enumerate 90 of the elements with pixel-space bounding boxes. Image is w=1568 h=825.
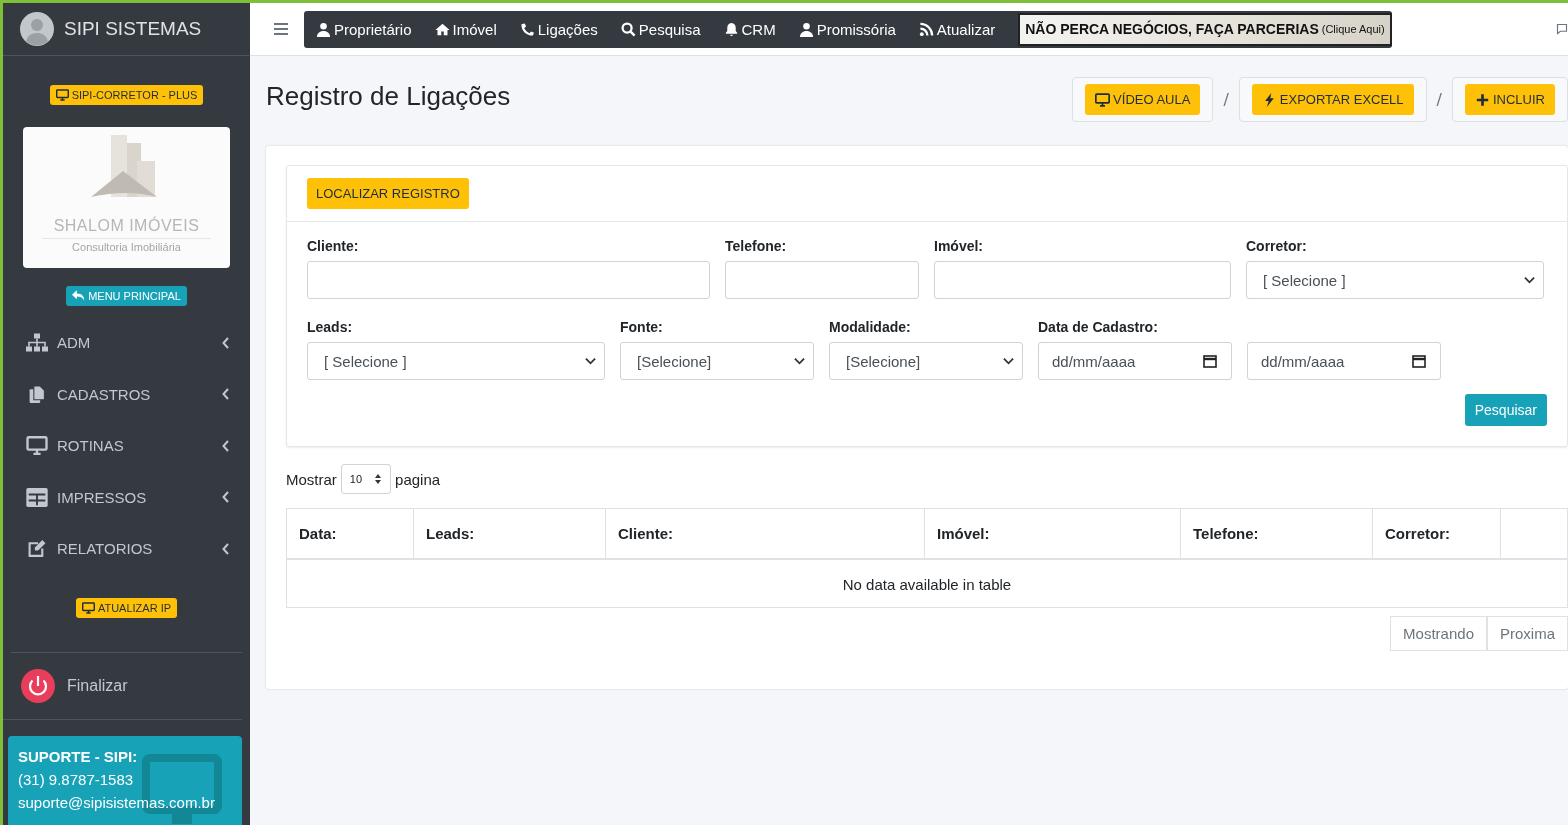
text-input-field[interactable] bbox=[307, 261, 710, 299]
support-title: SUPORTE - SIPI: bbox=[18, 747, 139, 765]
plan-badge-button[interactable]: SIPI-CORRETOR - PLUS bbox=[49, 85, 204, 105]
monitor-icon bbox=[81, 601, 95, 614]
field-label: Fonte: bbox=[620, 319, 664, 335]
calendar-icon bbox=[1412, 354, 1426, 368]
chevron-down-icon bbox=[1003, 357, 1014, 365]
nav-link[interactable]: Imóvel bbox=[434, 20, 508, 38]
page-title: Registro de Ligações bbox=[266, 80, 511, 112]
column-header[interactable]: Corretor: bbox=[1373, 509, 1501, 558]
column-header[interactable]: Leads: bbox=[414, 509, 606, 558]
column-header[interactable]: Cliente: bbox=[606, 509, 925, 558]
sidebar-menu-item[interactable]: ADM bbox=[3, 317, 250, 369]
separator-slash: / bbox=[1223, 90, 1229, 109]
nav-link[interactable]: Atualizar bbox=[918, 20, 1007, 38]
edit-icon bbox=[26, 539, 48, 559]
nav-link[interactable]: CRM bbox=[723, 20, 787, 38]
menu-icon[interactable] bbox=[274, 23, 288, 35]
action-button[interactable]: EXPORTAR EXCELL bbox=[1251, 84, 1414, 115]
chevron-left-icon bbox=[222, 336, 230, 349]
chevron-left-icon bbox=[222, 439, 230, 452]
plus-icon bbox=[1475, 92, 1490, 107]
nav-link[interactable]: Promissória bbox=[798, 20, 907, 38]
monitor-icon bbox=[55, 89, 69, 101]
search-icon bbox=[620, 21, 636, 37]
pagination-button[interactable]: Proxima bbox=[1487, 616, 1568, 651]
support-email: suporte@sipisistemas.com.br bbox=[18, 793, 216, 811]
nav-link[interactable]: Ligações bbox=[519, 20, 609, 38]
pagination-button[interactable]: Mostrando bbox=[1390, 616, 1487, 651]
bell-icon bbox=[723, 21, 739, 37]
select-field[interactable]: [ Selecione ] bbox=[307, 342, 605, 380]
phone-icon bbox=[519, 21, 535, 37]
nav-link[interactable]: Proprietário bbox=[316, 20, 423, 38]
sitemap-icon bbox=[26, 333, 48, 353]
field-label: Imóvel: bbox=[934, 238, 984, 254]
sidebar-menu-item[interactable]: IMPRESSOS bbox=[3, 471, 250, 523]
home-icon bbox=[434, 21, 450, 37]
chevron-down-icon bbox=[1524, 276, 1535, 284]
partnership-banner[interactable]: NÃO PERCA NEGÓCIOS, FAÇA PARCERIAS (Clique Aqui) bbox=[1018, 12, 1392, 46]
sidebar-menu-item[interactable]: CADASTROS bbox=[3, 368, 250, 420]
sidebar-menu-item[interactable]: RELATORIOS bbox=[3, 523, 250, 575]
date-field[interactable]: dd/mm/aaaa bbox=[1247, 342, 1441, 380]
chevron-down-icon bbox=[585, 357, 596, 365]
show-label: Mostrar bbox=[286, 470, 337, 488]
field-label: Cliente: bbox=[307, 238, 360, 254]
column-header[interactable]: Data: bbox=[287, 509, 414, 558]
column-header[interactable]: Telefone: bbox=[1181, 509, 1373, 558]
select-field[interactable]: [Selecione] bbox=[829, 342, 1023, 380]
logout-link[interactable]: Finalizar bbox=[3, 652, 242, 720]
logo-name: SHALOM IMÓVEIS bbox=[41, 217, 212, 239]
page-label: pagina bbox=[395, 470, 441, 488]
chevron-down-icon bbox=[794, 357, 805, 365]
chevron-left-icon bbox=[222, 542, 230, 555]
calendar-icon bbox=[1203, 354, 1217, 368]
avatar-icon bbox=[20, 12, 54, 46]
action-button[interactable]: INCLUIR bbox=[1465, 84, 1555, 115]
rss-icon bbox=[918, 21, 934, 37]
column-header[interactable]: Imóvel: bbox=[925, 509, 1181, 558]
field-label: Data de Cadastro: bbox=[1038, 319, 1159, 335]
page-length-select[interactable]: 10 bbox=[340, 464, 392, 494]
field-label: Telefone: bbox=[725, 238, 788, 254]
chevron-left-icon bbox=[222, 491, 230, 504]
select-field[interactable]: [ Selecione ] bbox=[1246, 261, 1544, 299]
field-label: Modalidade: bbox=[829, 319, 912, 335]
logo-tagline: Consultoria Imobiliária bbox=[72, 241, 181, 253]
brand-title[interactable]: SIPI SISTEMAS bbox=[64, 18, 202, 40]
field-label: Corretor: bbox=[1246, 238, 1308, 254]
power-icon bbox=[21, 668, 55, 703]
nav-link[interactable]: Pesquisa bbox=[620, 20, 712, 38]
sort-arrows-icon bbox=[374, 473, 383, 485]
sidebar-menu-item[interactable]: ROTINAS bbox=[3, 420, 250, 472]
text-input-field[interactable] bbox=[934, 261, 1231, 299]
monitor-icon bbox=[26, 436, 48, 456]
user-icon bbox=[316, 21, 331, 37]
support-phone: (31) 9.8787-1583 bbox=[18, 770, 135, 788]
text-input-field[interactable] bbox=[725, 261, 919, 299]
reply-arrow-icon bbox=[72, 290, 86, 302]
find-record-button[interactable]: LOCALIZAR REGISTRO bbox=[307, 178, 469, 209]
chevron-left-icon bbox=[222, 388, 230, 401]
field-label: Leads: bbox=[307, 319, 354, 335]
chat-icon[interactable] bbox=[1556, 23, 1568, 35]
separator-slash: / bbox=[1436, 90, 1442, 109]
user-icon bbox=[798, 21, 814, 37]
empty-table-message: No data available in table bbox=[841, 575, 1013, 595]
table-icon bbox=[26, 487, 48, 507]
date-field[interactable]: dd/mm/aaaa bbox=[1038, 342, 1232, 380]
select-field[interactable]: [Selecione] bbox=[620, 342, 814, 380]
update-ip-button[interactable]: ATUALIZAR IP bbox=[75, 597, 178, 618]
action-button[interactable]: VÍDEO AULA bbox=[1085, 84, 1201, 115]
monitor-icon bbox=[1095, 92, 1111, 107]
